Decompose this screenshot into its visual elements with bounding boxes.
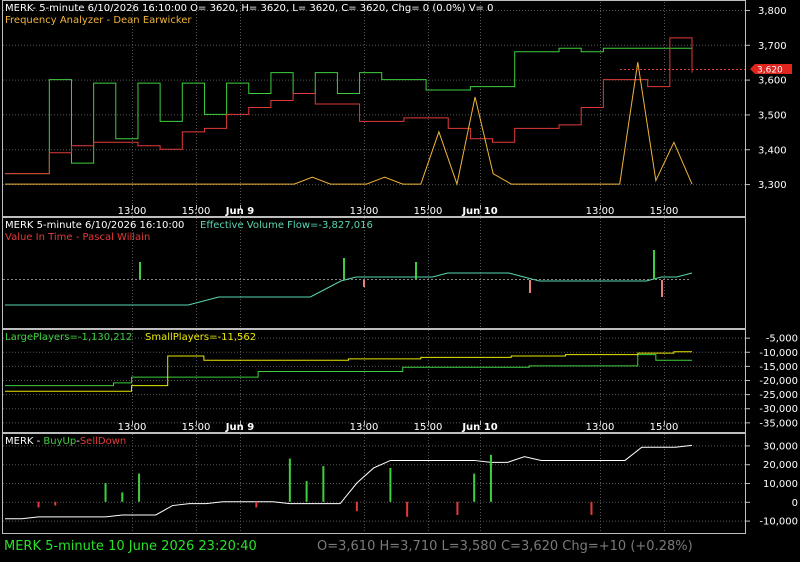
selldown-bar	[255, 501, 258, 508]
x-tick-label: 13:00	[586, 206, 615, 217]
selldown-bar	[406, 501, 409, 517]
x-tick-label: 13:00	[350, 422, 379, 433]
buyup-bar	[305, 481, 308, 502]
y-tick-label: -10,000	[759, 517, 798, 528]
y-tick-label: 10,000	[763, 479, 798, 490]
y-tick-label: -20,000	[759, 376, 798, 387]
x-tick-label: Jun 9	[225, 206, 254, 217]
buyup-bar	[288, 458, 291, 502]
y-tick-label: 3,400	[758, 145, 787, 156]
volume-panel-flow-value: Effective Volume Flow=-3,827,016	[200, 220, 373, 231]
x-tick-label: 13:00	[118, 422, 147, 433]
selldown-label: SellDown	[80, 436, 126, 447]
y-tick-label: 3,800	[758, 6, 787, 17]
status-left: MERK 5-minute 10 June 2026 23:20:40	[4, 539, 257, 554]
large-players-label: LargePlayers=-1,130,212	[5, 332, 132, 343]
y-tick-label: -10,000	[759, 348, 798, 359]
selldown-bar	[355, 501, 358, 512]
buysell-panel-frame	[2, 433, 746, 534]
buysell-y-axis: 30,000 20,000 10,000 0 -10,000	[745, 441, 798, 528]
y-tick-label: 3,700	[758, 41, 787, 52]
x-tick-label: 15:00	[650, 206, 679, 217]
y-tick-label: 30,000	[763, 441, 798, 452]
buyup-bar	[138, 473, 141, 502]
buyup-bar	[473, 473, 476, 502]
price-y-axis: 3,800 3,700 3,600 3,500 3,400 3,300	[745, 6, 787, 191]
price-badge-label: 3,620	[757, 66, 783, 76]
selldown-bar	[456, 501, 459, 515]
y-tick-label: -35,000	[759, 418, 798, 429]
status-right: O=3,610 H=3,710 L=3,580 C=3,620 Chg=+10 …	[317, 539, 693, 554]
buyup-bar	[489, 454, 492, 502]
buyup-bar	[104, 483, 107, 502]
price-time-axis: 13:00 15:00 Jun 9 13:00 15:00 Jun 10 13:00 15:0…	[118, 205, 679, 217]
buyup-bar	[322, 466, 325, 502]
y-tick-label: -5,000	[766, 334, 798, 345]
x-tick-label: 13:00	[350, 206, 379, 217]
y-tick-label: -25,000	[759, 390, 798, 401]
x-tick-label: 15:00	[182, 422, 211, 433]
selldown-bar	[37, 501, 40, 508]
selldown-bar	[54, 501, 57, 506]
x-tick-label: 15:00	[650, 422, 679, 433]
selldown-bar	[590, 501, 593, 515]
price-panel-subtitle: Frequency Analyzer - Dean Earwicker	[5, 15, 192, 26]
y-tick-label: 20,000	[763, 460, 798, 471]
y-tick-label: 3,300	[758, 180, 787, 191]
players-time-axis: 13:00 15:00 Jun 9 13:00 15:00 Jun 10 13:00 15:0…	[118, 421, 679, 433]
players-y-axis: -5,000 -10,000 -15,000 -20,000 -25,000 -30,00…	[745, 334, 798, 429]
volume-panel-subtitle: Value In Time - Pascal Willain	[5, 232, 150, 243]
buyup-bar	[121, 492, 124, 502]
buyup-bar	[389, 467, 392, 502]
x-tick-label: 15:00	[414, 206, 443, 217]
y-tick-label: 0	[792, 498, 798, 509]
buysell-ticker: MERK -	[5, 436, 43, 447]
y-tick-label: 3,600	[758, 76, 787, 87]
buyup-label: BuyUp	[43, 436, 76, 447]
x-tick-label: Jun 9	[225, 422, 254, 433]
price-series-green-line	[5, 47, 692, 175]
x-tick-label: Jun 10	[461, 206, 497, 217]
buysell-panel-header: MERK - BuyUp-SellDown	[5, 436, 126, 447]
x-tick-label: 13:00	[118, 206, 147, 217]
x-tick-label: 13:00	[586, 422, 615, 433]
price-panel-header: MERK- 5-minute 6/10/2026 16:10:00 O= 362…	[5, 3, 493, 14]
buysell-net-line	[5, 444, 693, 520]
chart-canvas: MERK- 5-minute 6/10/2026 16:10:00 O= 362…	[2, 0, 798, 554]
volume-panel-header: MERK 5-minute 6/10/2026 16:10:00	[5, 220, 184, 231]
effective-volume-flow-line	[5, 272, 693, 306]
y-tick-label: -30,000	[759, 404, 798, 415]
price-badge: 3,620	[750, 64, 792, 76]
y-tick-label: 3,500	[758, 110, 787, 121]
x-tick-label: 15:00	[182, 206, 211, 217]
small-players-label: SmallPlayers=-11,562	[145, 332, 256, 343]
x-tick-label: 15:00	[414, 422, 443, 433]
players-panel-frame	[2, 329, 746, 433]
x-tick-label: Jun 10	[461, 422, 497, 433]
price-series-red-line	[5, 37, 693, 175]
y-tick-label: -15,000	[759, 362, 798, 373]
